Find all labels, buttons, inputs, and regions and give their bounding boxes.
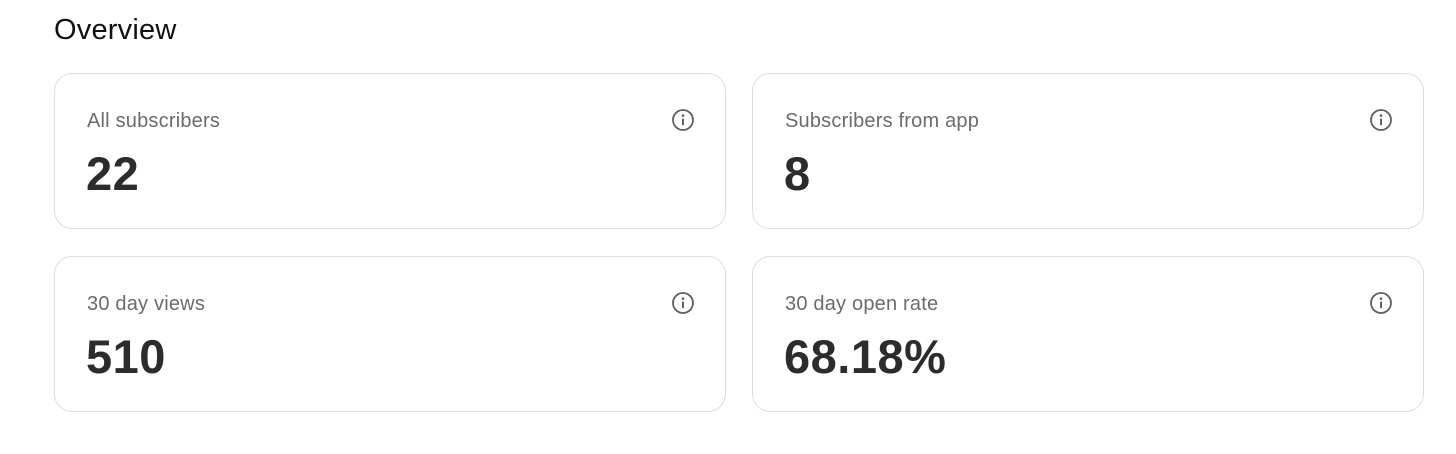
stat-card-all-subscribers: All subscribers 22 [54, 73, 726, 229]
stat-label: All subscribers [87, 110, 221, 132]
stat-card-subscribers-from-app: Subscribers from app 8 [752, 73, 1424, 229]
page-title: Overview [54, 14, 177, 46]
info-icon[interactable] [671, 108, 695, 132]
info-icon[interactable] [671, 291, 695, 315]
info-icon[interactable] [1369, 108, 1393, 132]
stat-label: Subscribers from app [785, 110, 980, 132]
stat-value: 68.18% [784, 330, 947, 383]
info-icon[interactable] [1369, 291, 1393, 315]
stat-value: 510 [86, 330, 166, 383]
stat-label: 30 day open rate [785, 293, 939, 315]
stat-value: 8 [784, 147, 811, 200]
stat-card-30-day-views: 30 day views 510 [54, 256, 726, 412]
stat-label: 30 day views [87, 293, 206, 315]
stat-value: 22 [86, 147, 140, 200]
stat-card-30-day-open-rate: 30 day open rate 68.18% [752, 256, 1424, 412]
